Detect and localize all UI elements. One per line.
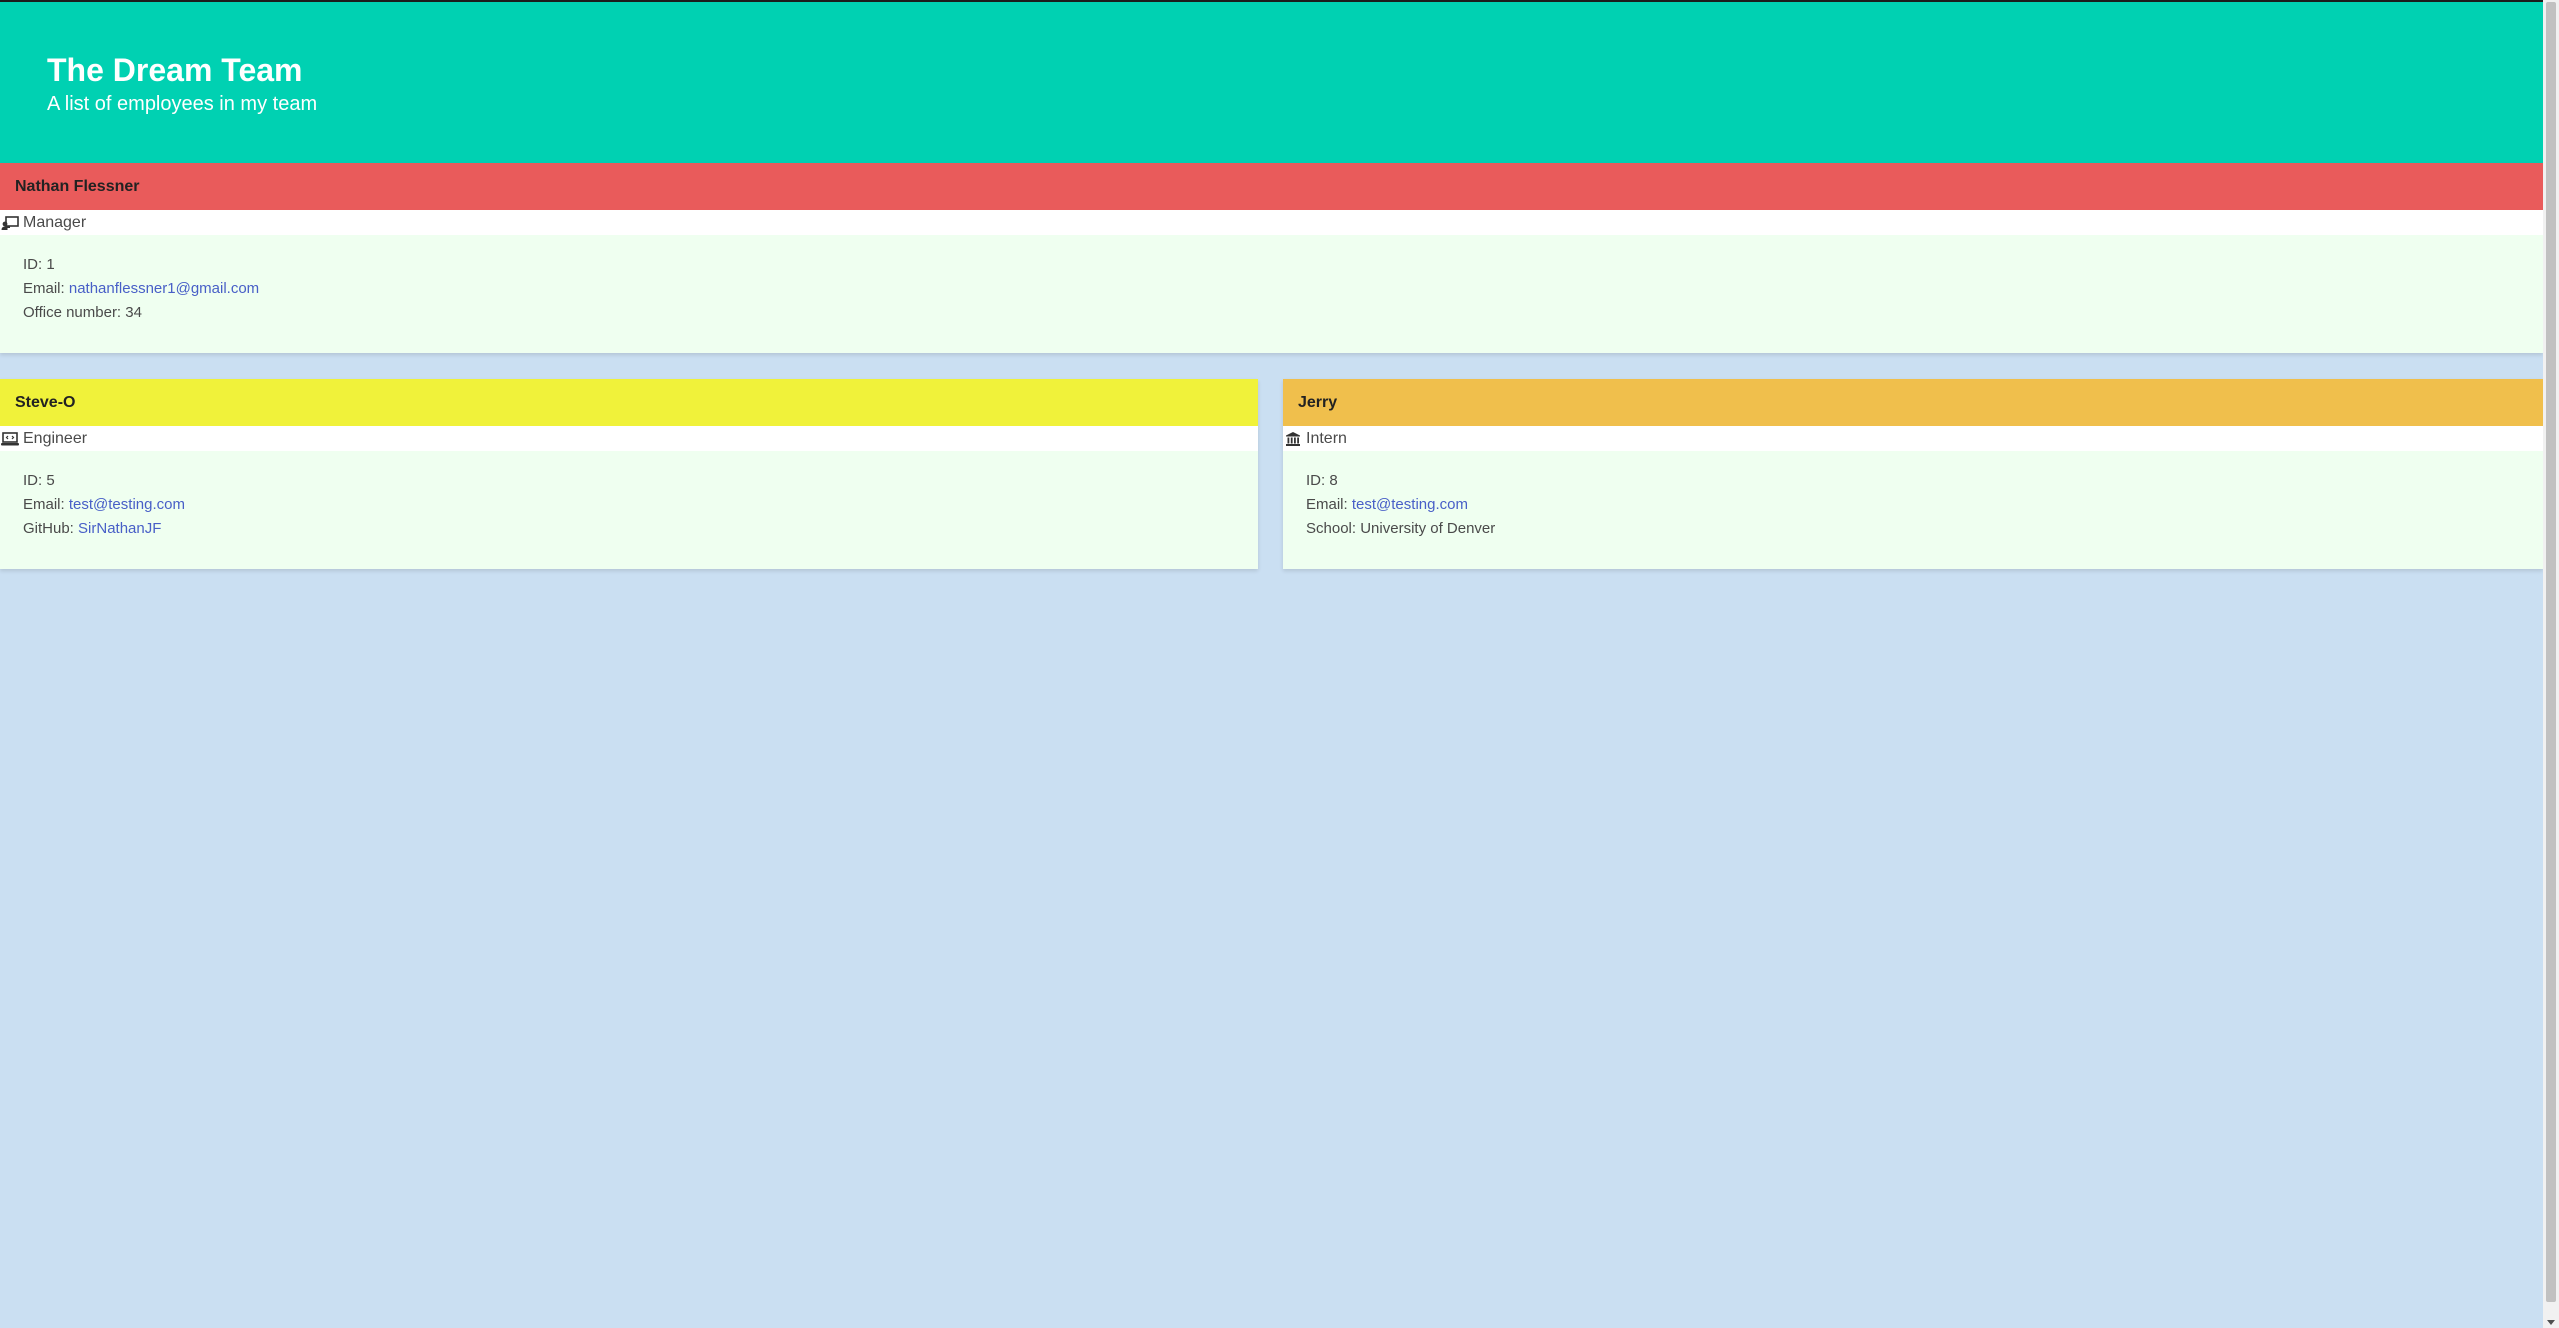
email-label: Email: [1306,496,1348,513]
manager-role-bar: Manager [0,210,2543,235]
github-label: GitHub: [23,520,74,537]
employee-id: 5 [46,472,55,489]
github-row: GitHub: SirNathanJF [23,517,185,541]
employee-email-row: Email: nathanflessner1@gmail.com [23,277,259,301]
employee-id: 8 [1329,472,1338,489]
engineer-details: ID: 5 Email: test@testing.com GitHub: Si… [23,469,185,541]
university-icon [1283,429,1303,449]
page: The Dream Team A list of employees in my… [0,0,2543,1328]
email-label: Email: [23,496,65,513]
hero-banner: The Dream Team A list of employees in my… [0,0,2543,163]
office-number: 34 [125,304,142,321]
employee-id-row: ID: 8 [1306,469,1495,493]
manager-card-header: Nathan Flessner [0,163,2543,210]
email-label: Email: [23,280,65,297]
chalkboard-teacher-icon [0,213,20,233]
employee-id-row: ID: 5 [23,469,185,493]
employee-id-row: ID: 1 [23,253,259,277]
employee-role: Intern [1306,429,1347,447]
laptop-code-icon [0,429,20,449]
scroll-down-arrow-icon[interactable] [2547,1320,2555,1325]
office-label: Office number: [23,304,122,321]
employee-email-row: Email: test@testing.com [23,493,185,517]
email-link[interactable]: test@testing.com [1352,496,1468,513]
intern-card: Jerry Intern ID: 8 Email: test@testing.c… [1283,379,2543,569]
email-link[interactable]: test@testing.com [69,496,185,513]
vertical-scrollbar[interactable] [2543,0,2559,1328]
id-label: ID: [23,472,43,489]
school-row: School: University of Denver [1306,517,1495,541]
engineer-card-header: Steve-O [0,379,1258,426]
intern-details: ID: 8 Email: test@testing.com School: Un… [1306,469,1495,541]
id-label: ID: [23,256,43,273]
engineer-card: Steve-O Engineer ID: 5 Email: test@testi… [0,379,1258,569]
employee-name: Nathan Flessner [15,177,140,195]
employee-role: Engineer [23,429,88,447]
page-subtitle: A list of employees in my team [47,93,318,115]
scrollbar-thumb[interactable] [2546,2,2556,1302]
employee-role: Manager [23,213,87,231]
id-label: ID: [1306,472,1326,489]
engineer-role-bar: Engineer [0,426,1258,451]
manager-details: ID: 1 Email: nathanflessner1@gmail.com O… [23,253,259,325]
github-link[interactable]: SirNathanJF [78,520,161,537]
office-number-row: Office number: 34 [23,301,259,325]
employee-email-row: Email: test@testing.com [1306,493,1495,517]
employee-name: Steve-O [15,393,76,411]
manager-card: Nathan Flessner Manager ID: 1 Email: nat… [0,163,2543,353]
employee-id: 1 [46,256,55,273]
intern-role-bar: Intern [1283,426,2543,451]
email-link[interactable]: nathanflessner1@gmail.com [69,280,259,297]
employee-name: Jerry [1298,393,1338,411]
page-title: The Dream Team [47,52,303,88]
school-name: University of Denver [1360,520,1496,537]
intern-card-header: Jerry [1283,379,2543,426]
school-label: School: [1306,520,1357,537]
